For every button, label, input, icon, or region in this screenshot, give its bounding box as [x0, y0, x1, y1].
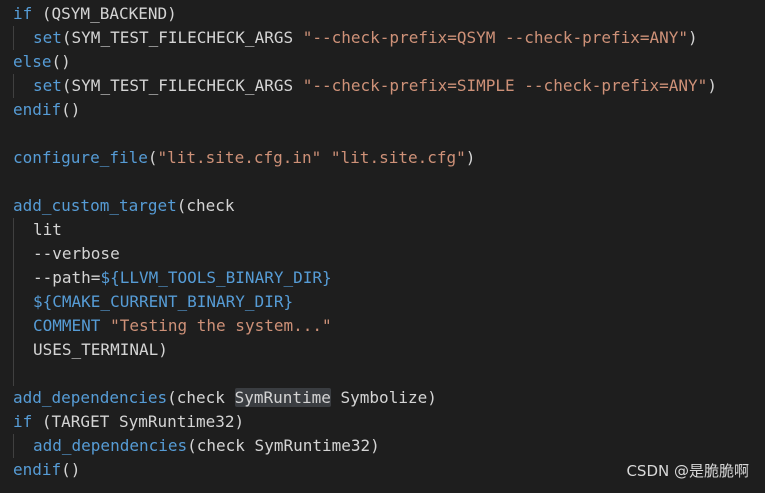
- keyword: endif: [13, 460, 62, 479]
- function-name: add_dependencies: [33, 436, 188, 455]
- variable-reference: ${CMAKE_CURRENT_BINARY_DIR}: [33, 292, 294, 311]
- code-line-17[interactable]: add_dependencies(check SymRuntime Symbol…: [13, 386, 765, 410]
- function-name: set: [33, 28, 62, 47]
- string-literal: "lit.site.cfg.in": [157, 148, 322, 167]
- code-line-4[interactable]: set(SYM_TEST_FILECHECK_ARGS "--check-pre…: [13, 74, 765, 98]
- variable-reference: ${LLVM_TOOLS_BINARY_DIR}: [100, 268, 332, 287]
- string-literal: "Testing the system...": [110, 316, 332, 335]
- keyword: endif: [13, 100, 62, 119]
- code-line-16[interactable]: [13, 362, 765, 386]
- keyword: if: [13, 4, 33, 23]
- function-name: add_dependencies: [13, 388, 168, 407]
- function-name: add_custom_target: [13, 196, 177, 215]
- selection-highlight: SymRuntime: [234, 388, 331, 407]
- code-line-1[interactable]: if (QSYM_BACKEND): [13, 2, 765, 26]
- keyword: else: [13, 52, 52, 71]
- code-editor[interactable]: if (QSYM_BACKEND) set(SYM_TEST_FILECHECK…: [0, 0, 765, 493]
- code-line-7[interactable]: configure_file("lit.site.cfg.in" "lit.si…: [13, 146, 765, 170]
- string-literal: "--check-prefix=QSYM --check-prefix=ANY": [302, 28, 689, 47]
- code-line-6[interactable]: [13, 122, 765, 146]
- code-line-2[interactable]: set(SYM_TEST_FILECHECK_ARGS "--check-pre…: [13, 26, 765, 50]
- code-line-12[interactable]: --path=${LLVM_TOOLS_BINARY_DIR}: [13, 266, 765, 290]
- code-line-3[interactable]: else(): [13, 50, 765, 74]
- code-line-19[interactable]: add_dependencies(check SymRuntime32): [13, 434, 765, 458]
- code-line-14[interactable]: COMMENT "Testing the system...": [13, 314, 765, 338]
- string-literal: "--check-prefix=SIMPLE --check-prefix=AN…: [302, 76, 708, 95]
- keyword: if: [13, 412, 33, 431]
- code-line-9[interactable]: add_custom_target(check: [13, 194, 765, 218]
- function-name: configure_file: [13, 148, 148, 167]
- code-line-15[interactable]: USES_TERMINAL): [13, 338, 765, 362]
- function-name: set: [33, 76, 62, 95]
- string-literal: "lit.site.cfg": [330, 148, 466, 167]
- code-line-18[interactable]: if (TARGET SymRuntime32): [13, 410, 765, 434]
- watermark: CSDN @是脆脆啊: [626, 462, 749, 480]
- code-line-13[interactable]: ${CMAKE_CURRENT_BINARY_DIR}: [13, 290, 765, 314]
- code-line-11[interactable]: --verbose: [13, 242, 765, 266]
- keyword: COMMENT: [33, 316, 101, 335]
- code-line-8[interactable]: [13, 170, 765, 194]
- code-line-10[interactable]: lit: [13, 218, 765, 242]
- code-line-5[interactable]: endif(): [13, 98, 765, 122]
- code-block[interactable]: if (QSYM_BACKEND) set(SYM_TEST_FILECHECK…: [13, 2, 765, 482]
